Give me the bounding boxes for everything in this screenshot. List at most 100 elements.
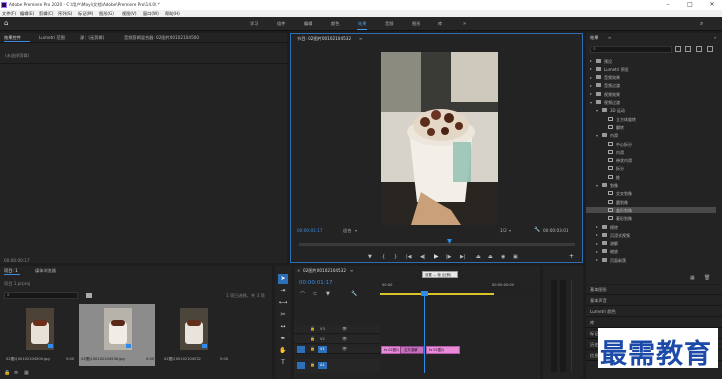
maximize-button[interactable]: □ [684, 1, 696, 9]
timeline-clip[interactable]: fx 02图片 [426, 346, 460, 354]
chevron-down-icon[interactable]: ▾ [590, 100, 592, 105]
effect-item[interactable]: 立方体旋转 [586, 116, 716, 122]
effect-folder[interactable]: ▸ 溶解 [586, 241, 716, 247]
workspace-effects[interactable]: 效果 [358, 21, 366, 26]
effect-item[interactable]: 内滑 [586, 149, 716, 155]
effect-item[interactable]: 推 [586, 174, 716, 180]
lift-icon[interactable]: ⏏ [476, 254, 481, 260]
program-timecode-current[interactable]: 00:00:01:17 [297, 228, 323, 233]
effect-item[interactable]: 圆划像 [586, 199, 716, 205]
tab-media-browser[interactable]: 媒体浏览器 [35, 268, 56, 273]
comparison-view-icon[interactable]: ▣ [513, 254, 518, 260]
workspace-assembly[interactable]: 组件 [277, 21, 285, 26]
chevron-right-icon[interactable]: ▸ [596, 232, 598, 237]
timeline-playhead-line[interactable] [424, 293, 425, 373]
effect-folder[interactable]: ▸ 缩放 [586, 249, 716, 255]
effect-item[interactable]: 带状内滑 [586, 158, 716, 164]
track-lock-icon[interactable]: 🔒 [310, 336, 315, 341]
effect-folder[interactable]: ▸ Lumetri 预设 [586, 66, 716, 72]
chevron-down-icon[interactable]: ▾ [596, 133, 598, 138]
pen-tool-icon[interactable]: ✒ [278, 334, 288, 344]
project-item[interactable]: 02图片00102104532 5:00 [160, 304, 230, 366]
effect-folder[interactable]: ▸ 音频过渡 [586, 83, 716, 89]
add-marker-icon[interactable]: ▼ [326, 291, 330, 297]
wrench-icon[interactable]: 🔧 [534, 227, 540, 233]
program-scrub-bar[interactable] [299, 243, 575, 246]
fit-chevron-down-icon[interactable]: ▾ [355, 228, 357, 233]
slip-tool-icon[interactable]: ↔ [278, 322, 288, 332]
chevron-right-icon[interactable]: ▸ [596, 224, 598, 229]
effect-folder[interactable]: ▸ 沉浸式视频 [586, 232, 716, 238]
chevron-right-icon[interactable]: ▸ [596, 257, 598, 262]
work-area-bar[interactable] [380, 293, 494, 295]
effect-item[interactable]: 翻转 [586, 124, 716, 130]
workspace-editing[interactable]: 编辑 [304, 21, 312, 26]
menu-clip[interactable]: 剪辑(C) [39, 11, 54, 16]
menu-edit[interactable]: 编辑(E) [20, 11, 34, 16]
timeline-timecode[interactable]: 00:00:01:17 [299, 280, 333, 287]
bin-folder-icon[interactable] [86, 293, 92, 298]
effect-item[interactable]: 盒形划像 [586, 207, 716, 214]
track-label[interactable]: V3 [320, 327, 325, 332]
source-patch-a1[interactable] [297, 362, 305, 369]
workspace-library[interactable]: 库 [438, 21, 442, 26]
workspace-learn[interactable]: 学习 [250, 21, 258, 26]
timeline-menu-icon[interactable]: ≡ [350, 268, 353, 273]
timeline-tab[interactable]: 02图片00102104532 [303, 268, 346, 273]
add-button-icon[interactable]: + [569, 253, 574, 260]
effect-folder[interactable]: ▾ 视频过渡 [586, 100, 716, 106]
home-icon[interactable]: ⌂ [4, 20, 11, 27]
chevron-right-icon[interactable]: ▸ [596, 249, 598, 254]
new-custom-bin-icon[interactable]: ▦ [690, 275, 695, 281]
tab-lumetri-scopes[interactable]: Lumetri 范围 [39, 35, 65, 40]
program-menu-icon[interactable]: ≡ [359, 36, 362, 41]
track-label[interactable]: V2 [320, 337, 325, 342]
project-item-selected[interactable]: 02图片00102104538.jpg 5:00 [79, 304, 155, 366]
track-lock-icon[interactable]: 🔒 [310, 326, 315, 331]
track-visibility-icon[interactable]: 👁 [342, 346, 347, 351]
chevron-right-icon[interactable]: ▸ [590, 75, 592, 80]
export-frame-icon[interactable]: ◉ [501, 254, 505, 260]
panel-overflow-icon[interactable]: » [714, 35, 716, 40]
effect-folder[interactable]: ▾ 划像 [586, 183, 716, 189]
tab-audio-mixer[interactable]: 音频剪辑混合器: 02图片00102104500 [124, 35, 199, 40]
chevron-down-icon[interactable]: ▾ [596, 108, 598, 113]
linked-selection-icon[interactable]: ⊂ [313, 291, 317, 297]
effects-menu-icon[interactable]: ≡ [608, 35, 611, 40]
chevron-right-icon[interactable]: ▸ [590, 66, 592, 71]
menu-marker[interactable]: 标记(M) [78, 11, 93, 16]
chevron-right-icon[interactable]: ▸ [590, 83, 592, 88]
effect-folder[interactable]: ▸ 页面剥落 [586, 257, 716, 263]
resolution-chevron-down-icon[interactable]: ▾ [509, 228, 511, 233]
effect-folder[interactable]: ▸ 视频效果 [586, 91, 716, 97]
track-select-tool-icon[interactable]: ⇥ [278, 286, 288, 296]
mark-out-icon[interactable]: } [394, 254, 397, 260]
menu-file[interactable]: 文件(F) [2, 11, 16, 16]
panel-libraries[interactable]: 库 [586, 318, 722, 328]
workspace-color[interactable]: 颜色 [331, 21, 339, 26]
step-back-icon[interactable]: ◀| [420, 254, 426, 260]
panel-lumetri-color[interactable]: Lumetri 颜色 [586, 307, 722, 317]
list-view-icon[interactable]: ≣ [14, 370, 18, 376]
type-tool-icon[interactable]: T [278, 358, 288, 368]
play-icon[interactable]: ▶ [434, 253, 439, 260]
menu-view[interactable]: 视图(V) [122, 11, 137, 16]
effect-item[interactable]: 交叉划像 [586, 191, 716, 197]
menu-sequence[interactable]: 序列(S) [58, 11, 72, 16]
search-help-icon[interactable]: ⌕ [700, 20, 703, 28]
menu-window[interactable]: 窗口(W) [143, 11, 159, 16]
menu-graphics[interactable]: 图形(G) [99, 11, 114, 16]
effect-folder[interactable]: ▾ 3D 运动 [586, 108, 716, 114]
go-to-out-icon[interactable]: ▶| [460, 254, 466, 260]
selection-tool-icon[interactable]: ➤ [278, 274, 288, 284]
mark-in-icon[interactable]: { [382, 254, 385, 260]
timeline-playhead-head[interactable] [421, 291, 428, 296]
transition-clip[interactable]: 交叉溶解 [400, 346, 424, 354]
accelerated-effects-icon[interactable] [675, 46, 681, 52]
workspace-graphics[interactable]: 图形 [412, 21, 420, 26]
project-item[interactable]: 02图片00102104500.jpg 5:00 [4, 304, 74, 366]
project-search-input[interactable]: ⌕ [4, 292, 78, 299]
track-label[interactable]: V1 [320, 347, 325, 352]
extract-icon[interactable]: ⏏ [488, 254, 493, 260]
resolution-dropdown[interactable]: 1/2 [500, 228, 507, 233]
